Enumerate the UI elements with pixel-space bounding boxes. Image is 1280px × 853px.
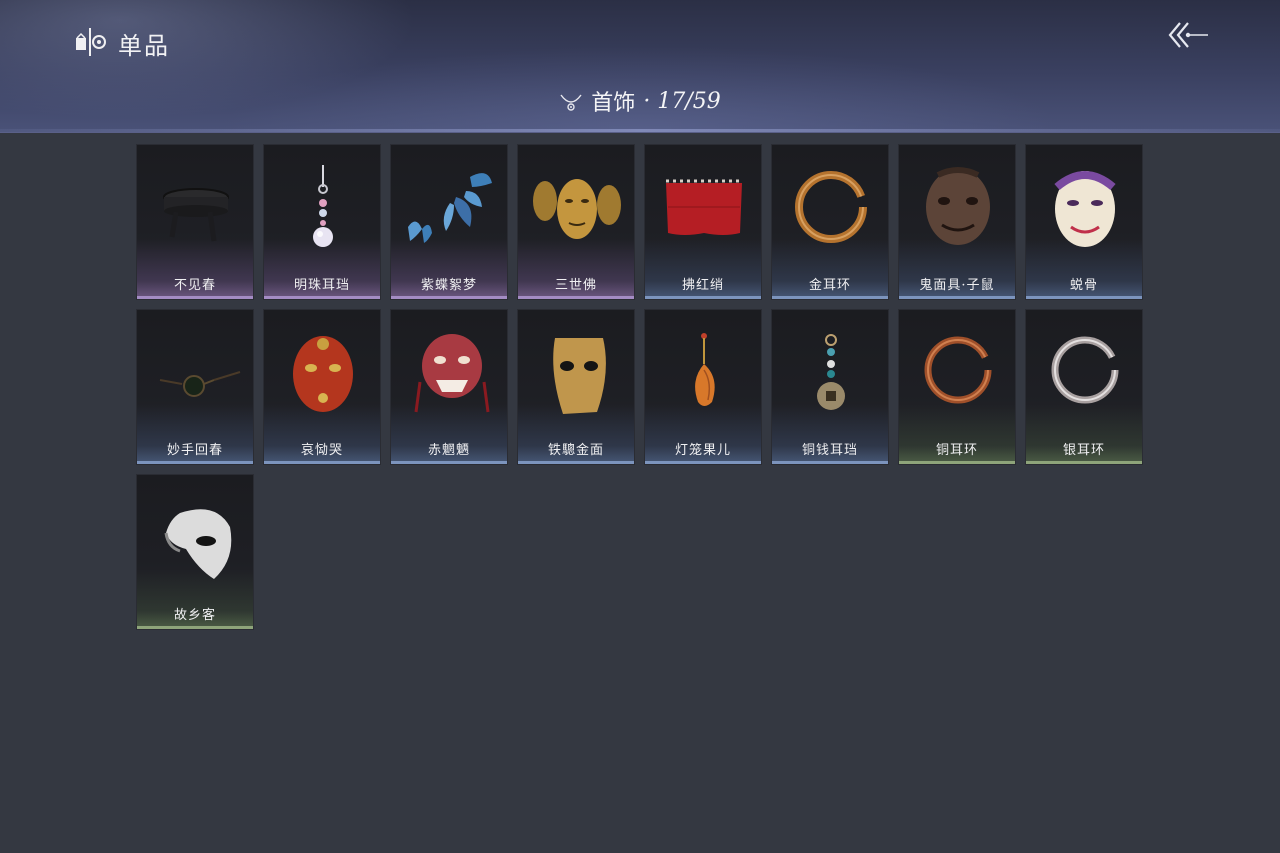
double-chevron-left-icon [1168,22,1208,48]
butterfly-icon [408,173,492,243]
item-name: 三世佛 [554,278,597,293]
item-card[interactable]: 紫蝶絮梦 [390,144,508,300]
item-name: 故乡客 [173,608,216,623]
collection-icon [76,28,106,56]
three-face-mask-icon [533,179,621,239]
page-title: 单品 [118,32,170,60]
item-name: 鬼面具·子鼠 [919,278,995,293]
item-name: 紫蝶絮梦 [420,278,477,293]
back-button[interactable] [1166,18,1210,52]
spectacles-icon [159,371,241,397]
item-card[interactable]: 明珠耳珰 [263,144,381,300]
item-card[interactable]: 不见春 [136,144,254,300]
header-banner: 单品 首饰 · 17/59 [0,0,1280,133]
item-name: 拂红绡 [681,278,724,293]
blindfold-icon [163,188,229,242]
red-veil-icon [666,179,742,235]
item-card[interactable]: 铜钱耳珰 [771,309,889,465]
necklace-icon [560,94,582,111]
item-card[interactable]: 鬼面具·子鼠 [898,144,1016,300]
item-card[interactable]: 妙手回春 [136,309,254,465]
item-name: 银耳环 [1062,443,1105,458]
lantern-fruit-icon [695,333,715,406]
item-name: 铜耳环 [935,443,978,458]
item-name: 妙手回春 [166,443,223,458]
item-name: 铜钱耳珰 [801,443,858,458]
item-card[interactable]: 哀恸哭 [263,309,381,465]
category-count: · 17/59 [643,88,721,114]
gold-earring-icon [795,171,867,243]
rat-mask-icon [926,167,990,245]
item-card[interactable]: 蜕骨 [1025,144,1143,300]
demon-mask-icon [414,334,490,413]
item-card[interactable]: 灯笼果儿 [644,309,762,465]
item-name: 灯笼果儿 [674,443,731,458]
item-card[interactable]: 铜耳环 [898,309,1016,465]
white-mask-icon [1054,171,1116,247]
gold-mask-icon [553,338,606,414]
coin-earring-icon [817,334,845,410]
item-card[interactable]: 故乡客 [136,474,254,630]
item-card[interactable]: 三世佛 [517,144,635,300]
item-card[interactable]: 赤魍魉 [390,309,508,465]
item-name: 铁驄金面 [547,443,604,458]
item-card[interactable]: 拂红绡 [644,144,762,300]
item-card[interactable]: 金耳环 [771,144,889,300]
item-card[interactable]: 银耳环 [1025,309,1143,465]
copper-earring-icon [924,336,992,404]
category-name: 首饰 [591,91,636,116]
silver-earring-icon [1051,336,1119,404]
item-name: 明珠耳珰 [293,278,350,293]
item-name: 赤魍魉 [427,443,470,458]
category-header: 首饰 · 17/59 [0,86,1280,116]
pearl-earring-icon [313,165,333,247]
item-card[interactable]: 铁驄金面 [517,309,635,465]
item-name: 蜕骨 [1069,278,1098,293]
item-name: 金耳环 [808,278,851,293]
red-mask-icon [293,336,353,412]
item-name: 不见春 [173,278,216,293]
half-mask-icon [164,509,232,579]
item-name: 哀恸哭 [300,443,343,458]
